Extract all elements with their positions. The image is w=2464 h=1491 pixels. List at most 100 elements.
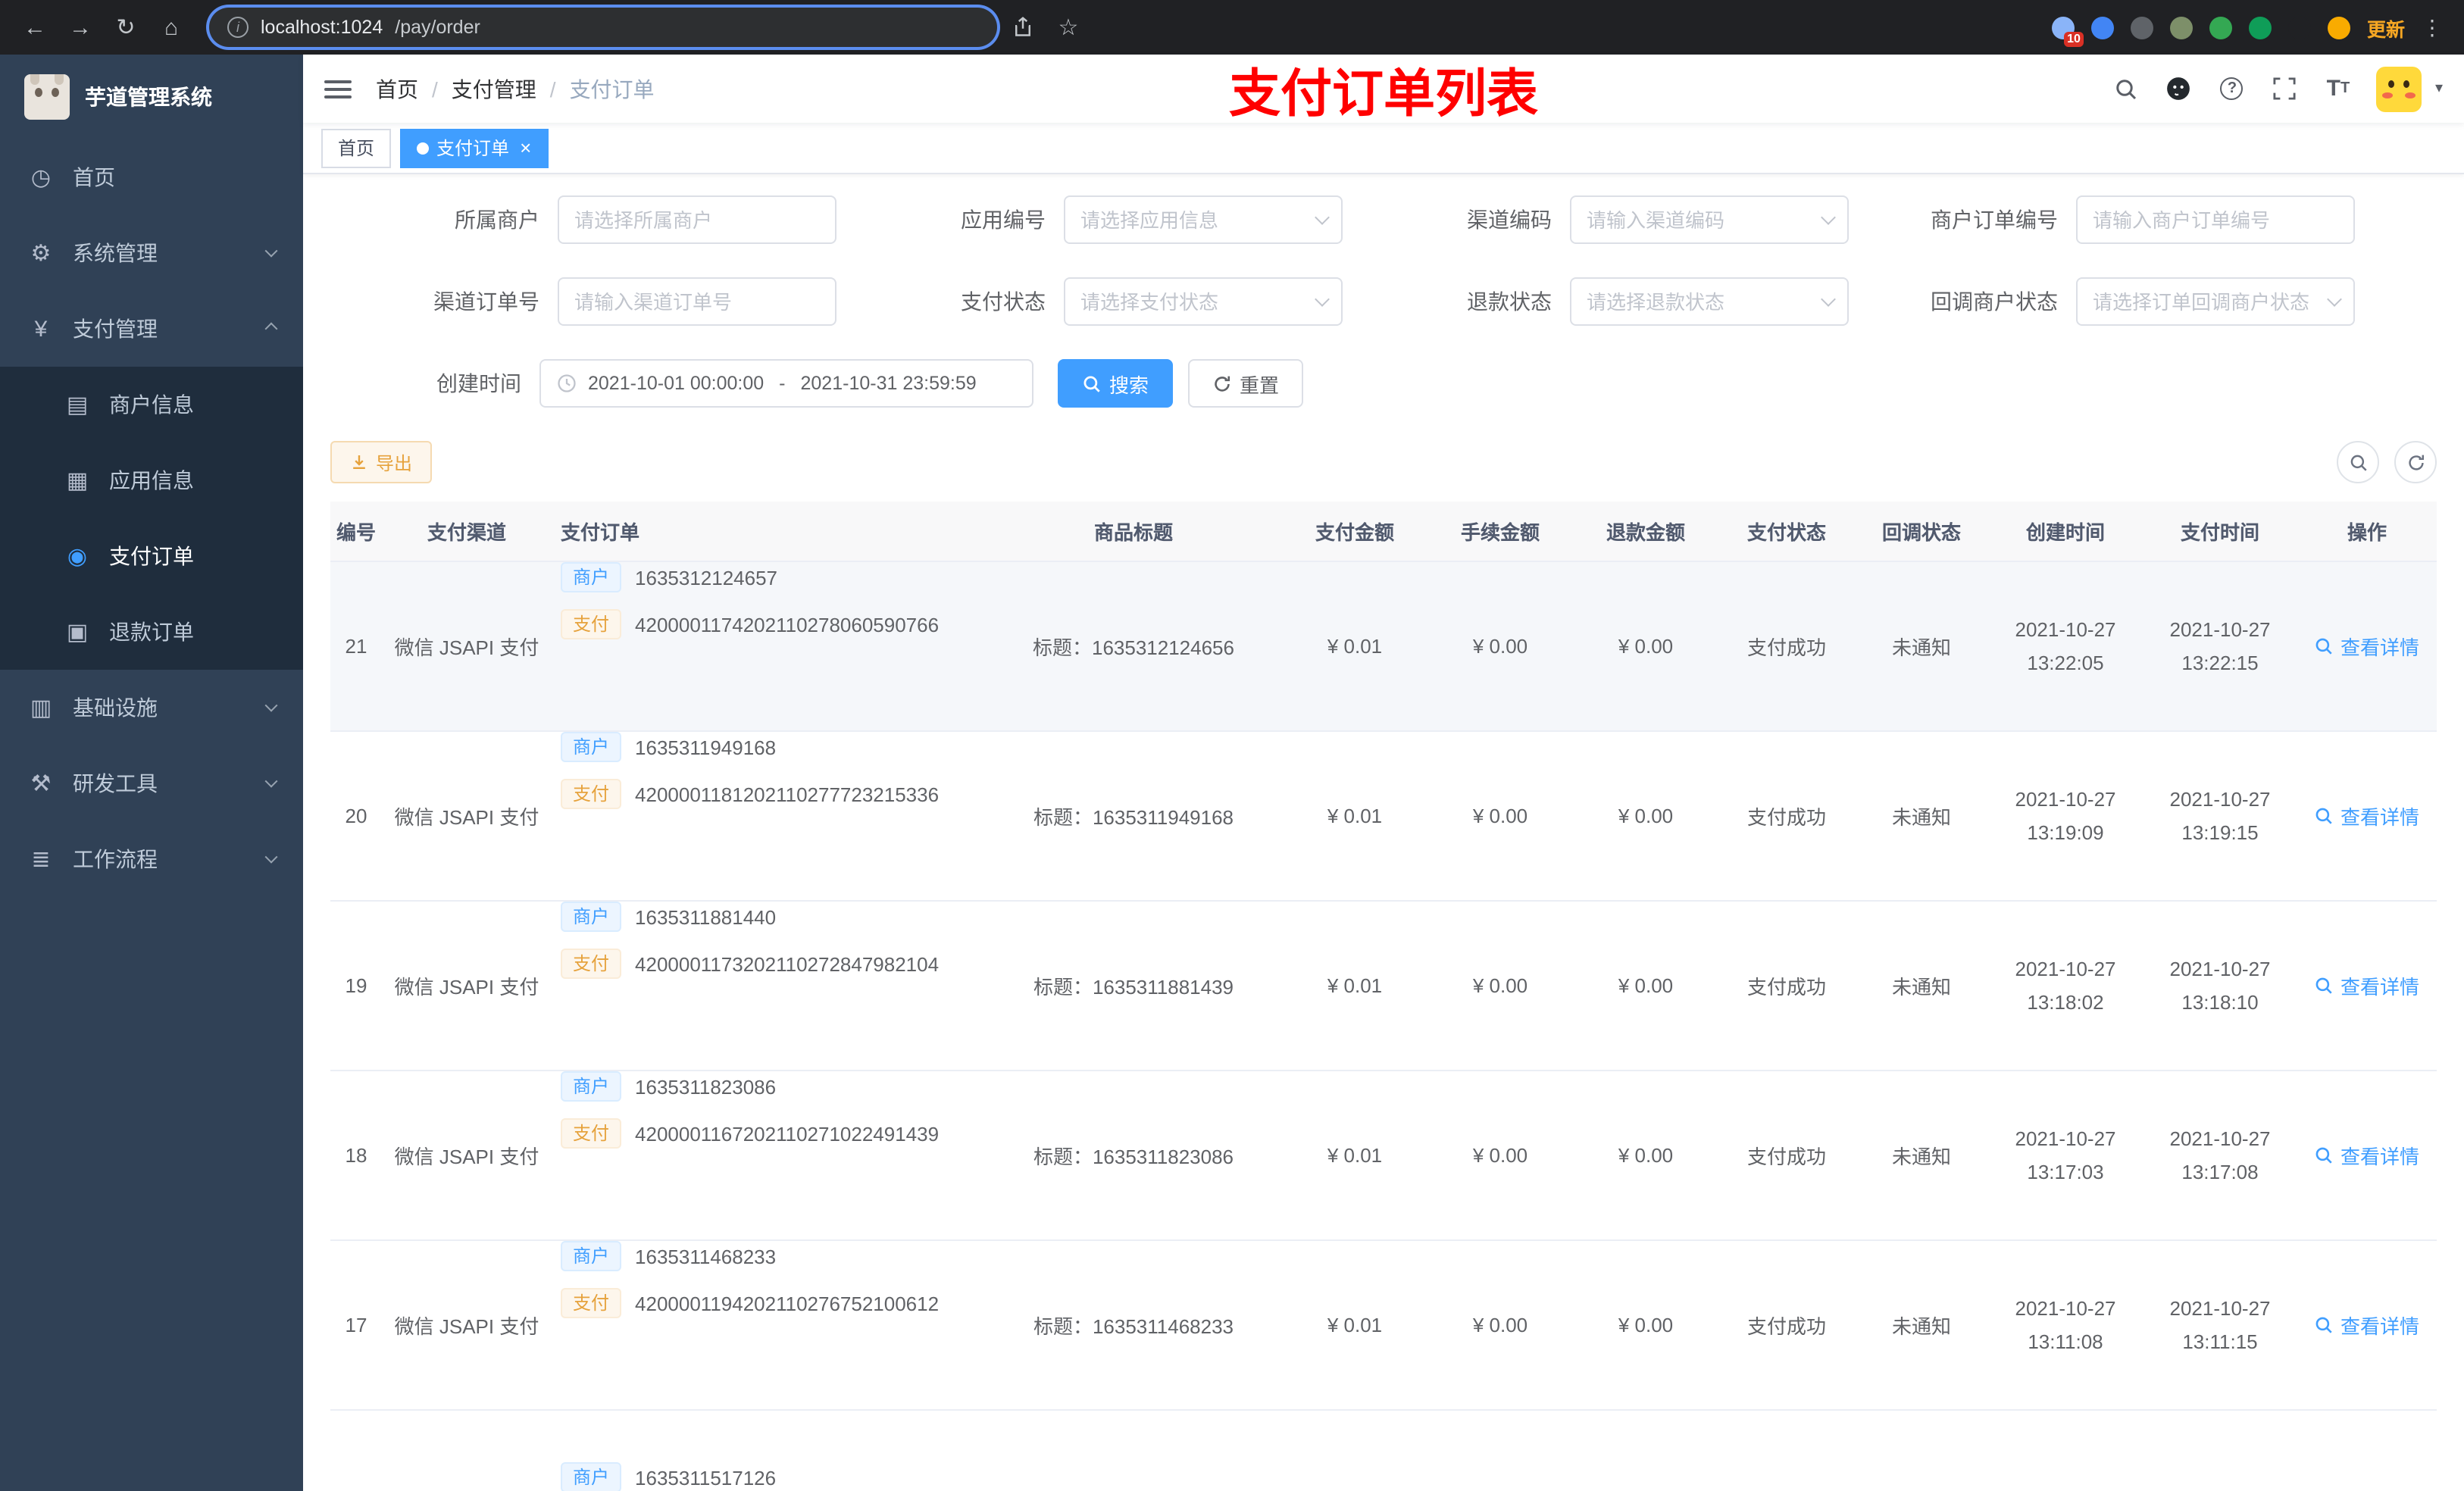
export-button[interactable]: 导出 [330, 441, 433, 483]
extension-icon-7[interactable] [2287, 16, 2311, 39]
merchant-badge: 商户 [561, 1241, 622, 1271]
sidebar-item-label: 支付管理 [73, 317, 158, 341]
browser-toolbar: ← → ↻ ⌂ i localhost:1024/pay/order ☆ 10 … [0, 0, 2464, 55]
channel-code-input[interactable] [1570, 195, 1849, 244]
breadcrumb-item[interactable]: 首页 [376, 73, 418, 104]
browser-update-button[interactable]: 更新 [2367, 13, 2405, 42]
tab-pay-order[interactable]: 支付订单 × [400, 128, 549, 167]
extension-icon-2[interactable] [2090, 16, 2114, 39]
clock-icon [556, 373, 577, 394]
sidebar-item-tools[interactable]: ⚒ 研发工具 [0, 746, 303, 821]
sidebar-item-label: 研发工具 [73, 771, 158, 796]
cell-amount: ¥ 0.01 [1327, 1314, 1383, 1336]
search-icon [2315, 636, 2334, 656]
sidebar-item-workflow[interactable]: ≣ 工作流程 [0, 821, 303, 897]
site-info-icon[interactable]: i [227, 17, 249, 38]
filter-label: 回调商户状态 [1931, 289, 2058, 314]
cell-notify: 未通知 [1891, 806, 1951, 829]
tab-home[interactable]: 首页 [321, 128, 392, 167]
home-icon[interactable]: ⌂ [152, 8, 191, 47]
view-detail-link[interactable]: 查看详情 [2315, 802, 2419, 830]
view-detail-link[interactable]: 查看详情 [2315, 971, 2419, 1000]
extension-icon-1[interactable]: 10 [2051, 16, 2084, 46]
user-avatar[interactable] [2375, 66, 2422, 111]
merchant-input[interactable] [558, 195, 836, 244]
merchant-badge: 商户 [561, 902, 622, 932]
cell-refund: ¥ 0.00 [1618, 1144, 1674, 1167]
channel-code-control [1570, 195, 1849, 244]
column-header: 操作 [2347, 521, 2387, 544]
avatar-caret-icon[interactable]: ▾ [2435, 80, 2443, 97]
reset-button[interactable]: 重置 [1188, 359, 1304, 408]
cell-fee: ¥ 0.00 [1472, 1144, 1528, 1167]
notify-status-input[interactable] [2076, 277, 2355, 326]
channel-order-no: 4200001167202110271022491439 [635, 1122, 940, 1145]
channel-order-no-control [558, 277, 836, 326]
view-detail-link[interactable]: 查看详情 [2315, 1141, 2419, 1170]
extension-icon-3[interactable] [2130, 16, 2153, 39]
cell-action: 查看详情 [2297, 1241, 2437, 1409]
date-end-value: 2021-10-31 23:59:59 [800, 373, 977, 394]
share-icon[interactable] [1003, 8, 1043, 47]
channel-badge: 支付 [561, 779, 622, 809]
cell-create-time: 2021-10-27 13:17:03 [2015, 1127, 2116, 1183]
sidebar-item-infra[interactable]: ▥ 基础设施 [0, 670, 303, 746]
cell-amount: ¥ 0.01 [1327, 635, 1383, 658]
forward-icon[interactable]: → [61, 8, 100, 47]
address-bar[interactable]: i localhost:1024/pay/order [209, 8, 997, 47]
app-no-input[interactable] [1064, 195, 1343, 244]
sidebar-item-merchant-info[interactable]: ▤ 商户信息 [0, 367, 303, 442]
filter-row-1: 所属商户 应用编号 渠道编码 商户订单编号 [330, 195, 2437, 244]
browser-menu-icon[interactable]: ⋮ [2422, 14, 2443, 40]
view-detail-link[interactable]: 查看详情 [2315, 1311, 2419, 1339]
cell-fee [1427, 1411, 1573, 1491]
back-icon[interactable]: ← [15, 8, 55, 47]
extension-icon-6[interactable] [2248, 16, 2272, 39]
app-logo: 芋道管理系统 [0, 55, 303, 139]
sidebar-item-system[interactable]: ⚙ 系统管理 [0, 215, 303, 291]
refund-status-input[interactable] [1570, 277, 1849, 326]
chevron-down-icon [264, 850, 278, 864]
extension-icon-4[interactable] [2169, 16, 2193, 39]
toggle-search-icon[interactable] [2337, 441, 2379, 483]
fullscreen-icon[interactable] [2270, 73, 2300, 104]
refresh-table-icon[interactable] [2394, 441, 2437, 483]
cell-fee: ¥ 0.00 [1472, 974, 1528, 997]
search-icon[interactable] [2111, 73, 2141, 104]
view-detail-link[interactable]: 查看详情 [2315, 632, 2419, 661]
date-range-picker[interactable]: 2021-10-01 00:00:00 - 2021-10-31 23:59:5… [539, 359, 1033, 408]
sidebar-item-home[interactable]: ◷ 首页 [0, 139, 303, 215]
dev-tools-icon: ⚒ [30, 771, 52, 797]
cell-amount: ¥ 0.01 [1327, 974, 1383, 997]
font-size-icon[interactable]: TT [2323, 73, 2353, 104]
top-navbar: 首页 / 支付管理 / 支付订单 支付订单列表 ? TT ▾ [303, 55, 2464, 123]
merchant-order-no-input[interactable] [2076, 195, 2355, 244]
cell-action: 查看详情 [2297, 1071, 2437, 1239]
cell-title [985, 1411, 1282, 1491]
cell-pay-time: 2021-10-27 13:18:10 [2169, 958, 2271, 1013]
channel-order-no-input[interactable] [558, 277, 836, 326]
hamburger-icon[interactable] [324, 80, 352, 98]
search-button[interactable]: 搜索 [1058, 359, 1174, 408]
close-icon[interactable]: × [520, 138, 531, 158]
sidebar-item-app-info[interactable]: ▦ 应用信息 [0, 442, 303, 518]
github-icon[interactable] [2164, 73, 2194, 104]
sidebar-submenu: ▤ 商户信息 ▦ 应用信息 ◉ 支付订单 ▣ 退款订单 [0, 367, 303, 670]
sidebar-item-refund-order[interactable]: ▣ 退款订单 [0, 594, 303, 670]
extension-icon-5[interactable] [2209, 16, 2232, 39]
cell-action: 查看详情 [2297, 732, 2437, 900]
breadcrumb-item[interactable]: 支付管理 [452, 73, 536, 104]
pay-status-input[interactable] [1064, 277, 1343, 326]
cell-title: 标题：1635311468233 [1033, 1315, 1234, 1338]
extension-icon-8[interactable] [2327, 16, 2350, 39]
table-row: 17 微信 JSAPI 支付 商户 1635311468233 支付 4200001194… [330, 1241, 2437, 1411]
main-area: 首页 / 支付管理 / 支付订单 支付订单列表 ? TT ▾ 首页 支付订单 ×… [303, 55, 2464, 1491]
bookmark-star-icon[interactable]: ☆ [1049, 8, 1088, 47]
help-icon[interactable]: ? [2217, 73, 2247, 104]
reload-icon[interactable]: ↻ [106, 8, 145, 47]
merchant-order-no: 1635311517126 [635, 1466, 777, 1489]
sidebar-item-pay[interactable]: ¥ 支付管理 [0, 291, 303, 367]
dashboard-icon: ◷ [30, 165, 52, 191]
cell-status: 支付成功 [1746, 806, 1826, 829]
sidebar-item-pay-order[interactable]: ◉ 支付订单 [0, 518, 303, 594]
